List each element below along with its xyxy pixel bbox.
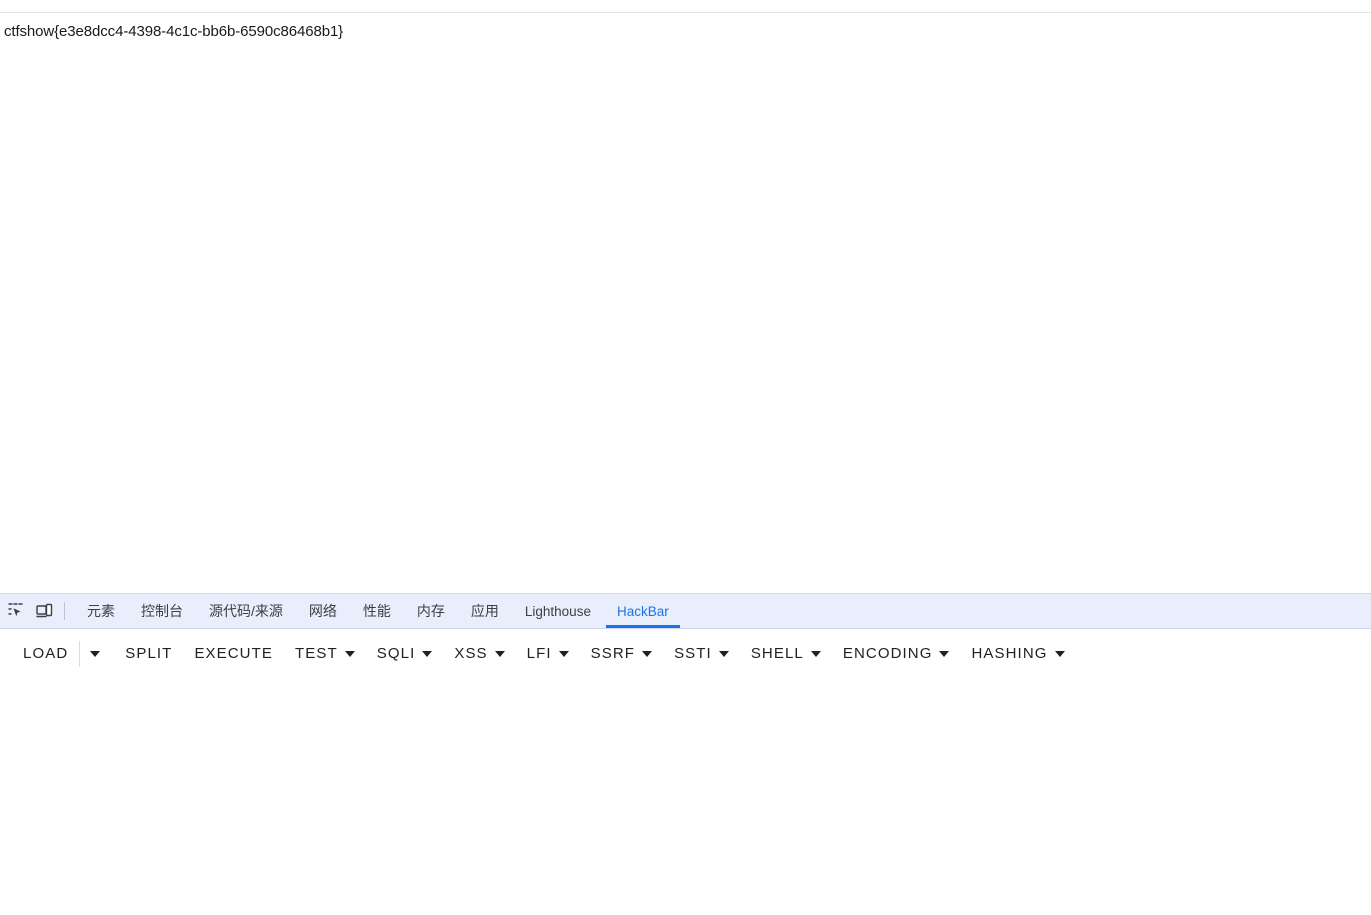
chevron-down-icon bbox=[422, 650, 433, 657]
hackbar-panel: LOAD SPLIT EXECUTE TEST SQLI XSS LFI SSRF SSTI SH… bbox=[0, 629, 1371, 915]
devtools-tab-cjk4[interactable]: 性能 bbox=[350, 594, 404, 628]
device-toolbar-icon[interactable] bbox=[30, 594, 58, 628]
hackbar-action-label: SSRF bbox=[590, 645, 636, 662]
hackbar-action-label: SHELL bbox=[750, 645, 804, 662]
hackbar-action-toolbar: LOAD SPLIT EXECUTE TEST SQLI XSS LFI SSRF SSTI SH… bbox=[0, 629, 1371, 678]
hackbar-action-shell[interactable]: SHELL bbox=[740, 645, 832, 662]
hackbar-action-label: EXECUTE bbox=[194, 645, 273, 662]
hackbar-action-test[interactable]: TEST bbox=[284, 645, 366, 662]
hackbar-action-sqli[interactable]: SQLI bbox=[366, 645, 444, 662]
hackbar-action-label: SSTI bbox=[674, 645, 712, 662]
chevron-down-icon bbox=[810, 650, 821, 657]
devtools-tabbar: 元素 控制台 源代码/来源 网络 性能 内存 应用 Lighthouse HackBar bbox=[0, 593, 1371, 629]
hackbar-action-lfi[interactable]: LFI bbox=[516, 645, 580, 662]
devtools-tab-cjk1[interactable]: 控制台 bbox=[128, 594, 196, 628]
hackbar-action-ssrf[interactable]: SSRF bbox=[580, 645, 663, 662]
hackbar-action-label: SQLI bbox=[376, 645, 416, 662]
hackbar-action-ssti[interactable]: SSTI bbox=[663, 645, 740, 662]
devtools-tab-cjk3[interactable]: 网络 bbox=[296, 594, 350, 628]
hackbar-action-xss[interactable]: XSS bbox=[443, 645, 515, 662]
hackbar-load-dropdown-button[interactable] bbox=[79, 640, 110, 667]
hackbar-action-execute[interactable]: EXECUTE bbox=[183, 645, 284, 662]
page-top-divider bbox=[0, 12, 1371, 13]
inspect-element-icon[interactable] bbox=[2, 594, 30, 628]
chevron-down-icon bbox=[344, 650, 355, 657]
hackbar-action-label: LFI bbox=[526, 645, 552, 662]
devtools-tab-cjk2[interactable]: 源代码/来源 bbox=[196, 594, 296, 628]
hackbar-action-encoding[interactable]: ENCODING bbox=[832, 645, 961, 662]
hackbar-action-label: LOAD bbox=[23, 645, 69, 662]
hackbar-action-label: SPLIT bbox=[125, 645, 173, 662]
devtools-tab-hackbar[interactable]: HackBar bbox=[604, 594, 682, 628]
devtools-tab-lighthouse[interactable]: Lighthouse bbox=[512, 594, 604, 628]
chevron-down-icon bbox=[494, 650, 505, 657]
chevron-down-icon bbox=[1054, 650, 1065, 657]
chevron-down-icon bbox=[642, 650, 653, 657]
chevron-down-icon bbox=[558, 650, 569, 657]
hackbar-action-load[interactable]: LOAD bbox=[12, 645, 79, 662]
hackbar-action-label: TEST bbox=[295, 645, 338, 662]
devtools-tab-cjk6[interactable]: 应用 bbox=[458, 594, 512, 628]
devtools-tab-list: 元素 控制台 源代码/来源 网络 性能 内存 应用 Lighthouse HackBar bbox=[74, 594, 682, 628]
hackbar-action-label: XSS bbox=[454, 645, 488, 662]
rendered-page-area: ctfshow{e3e8dcc4-4398-4c1c-bb6b-6590c864… bbox=[0, 0, 1371, 593]
hackbar-action-hashing[interactable]: HASHING bbox=[960, 645, 1075, 662]
hackbar-action-split[interactable]: SPLIT bbox=[114, 645, 183, 662]
devtools-tab-cjk0[interactable]: 元素 bbox=[74, 594, 128, 628]
flag-text: ctfshow{e3e8dcc4-4398-4c1c-bb6b-6590c864… bbox=[4, 23, 344, 40]
chevron-down-icon bbox=[718, 650, 729, 657]
devtools-toolbar-divider bbox=[64, 602, 65, 620]
hackbar-action-label: ENCODING bbox=[842, 645, 933, 662]
hackbar-action-label: HASHING bbox=[971, 645, 1048, 662]
chevron-down-icon bbox=[939, 650, 950, 657]
devtools-tab-cjk5[interactable]: 内存 bbox=[404, 594, 458, 628]
chevron-down-icon bbox=[90, 650, 101, 657]
